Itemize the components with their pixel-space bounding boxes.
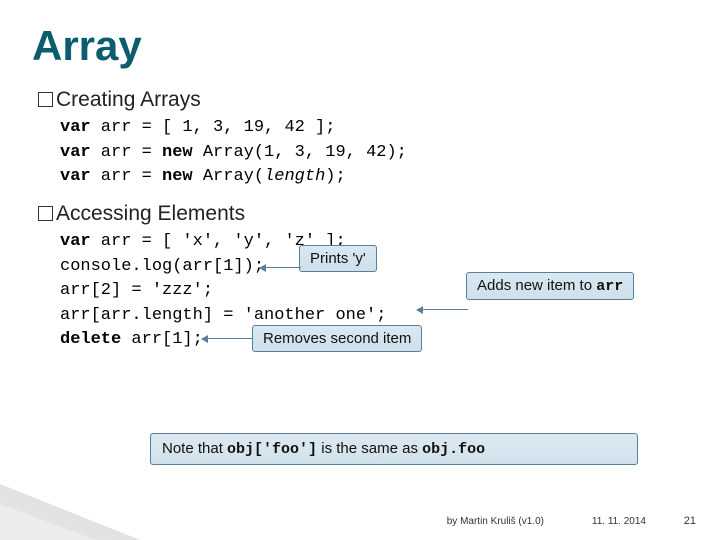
keyword: new (162, 143, 193, 162)
note-mono: obj['foo'] (227, 441, 317, 458)
arrow-icon (207, 338, 253, 339)
bullet-accessing: Accessing Elements (38, 202, 688, 226)
code-text: ); (325, 167, 345, 186)
code-text: Array(1, 3, 19, 42); (193, 143, 407, 162)
keyword: var (60, 232, 91, 251)
bullet-marker-icon (38, 92, 53, 107)
callout-prints-y: Prints 'y' (299, 245, 377, 272)
corner-decoration-icon (0, 504, 96, 540)
footer-author: by Martin Kruliš (v1.0) (447, 516, 544, 527)
bullet-creating: Creating Arrays (38, 88, 688, 112)
keyword: var (60, 167, 91, 186)
note-mono: obj.foo (422, 441, 485, 458)
code-accessing-container: var arr = [ 'x', 'y', 'z' ]; console.log… (32, 230, 688, 353)
callout-text: Prints 'y' (310, 250, 366, 267)
footer-date: 11. 11. 2014 (592, 516, 646, 527)
keyword: var (60, 118, 91, 137)
keyword: new (162, 167, 193, 186)
bullet-rest: Arrays (135, 88, 200, 111)
callout-text: Removes second item (263, 330, 411, 347)
note-text: Note that (162, 440, 227, 457)
code-italic: length (264, 167, 325, 186)
callout-text: Adds new item to (477, 277, 596, 294)
callout-removes-item: Removes second item (252, 325, 422, 352)
code-text: arr[arr.length] = 'another one'; (60, 306, 386, 325)
bullet-lead: Creating (56, 88, 135, 111)
note-text: is the same as (317, 440, 422, 457)
arrow-icon (422, 309, 468, 310)
code-text: arr[2] = 'zzz'; (60, 281, 213, 300)
code-text: console.log(arr[1]); (60, 257, 264, 276)
arrow-icon (265, 267, 301, 268)
callout-adds-new-item: Adds new item to arr (466, 272, 634, 300)
slide-title: Array (32, 22, 688, 70)
code-text: arr = (91, 167, 162, 186)
code-text: arr = [ 1, 3, 19, 42 ]; (91, 118, 336, 137)
code-text: arr[1]; (121, 330, 203, 349)
code-text: arr = (91, 143, 162, 162)
keyword: delete (60, 330, 121, 349)
bullet-lead: Accessing (56, 202, 152, 225)
note-bar: Note that obj['foo'] is the same as obj.… (150, 433, 638, 465)
code-text: Array( (193, 167, 264, 186)
callout-mono: arr (596, 278, 623, 295)
code-block-creating: var arr = [ 1, 3, 19, 42 ]; var arr = ne… (60, 116, 688, 190)
footer-page-number: 21 (684, 515, 696, 527)
bullet-marker-icon (38, 206, 53, 221)
bullet-rest: Elements (152, 202, 245, 225)
keyword: var (60, 143, 91, 162)
